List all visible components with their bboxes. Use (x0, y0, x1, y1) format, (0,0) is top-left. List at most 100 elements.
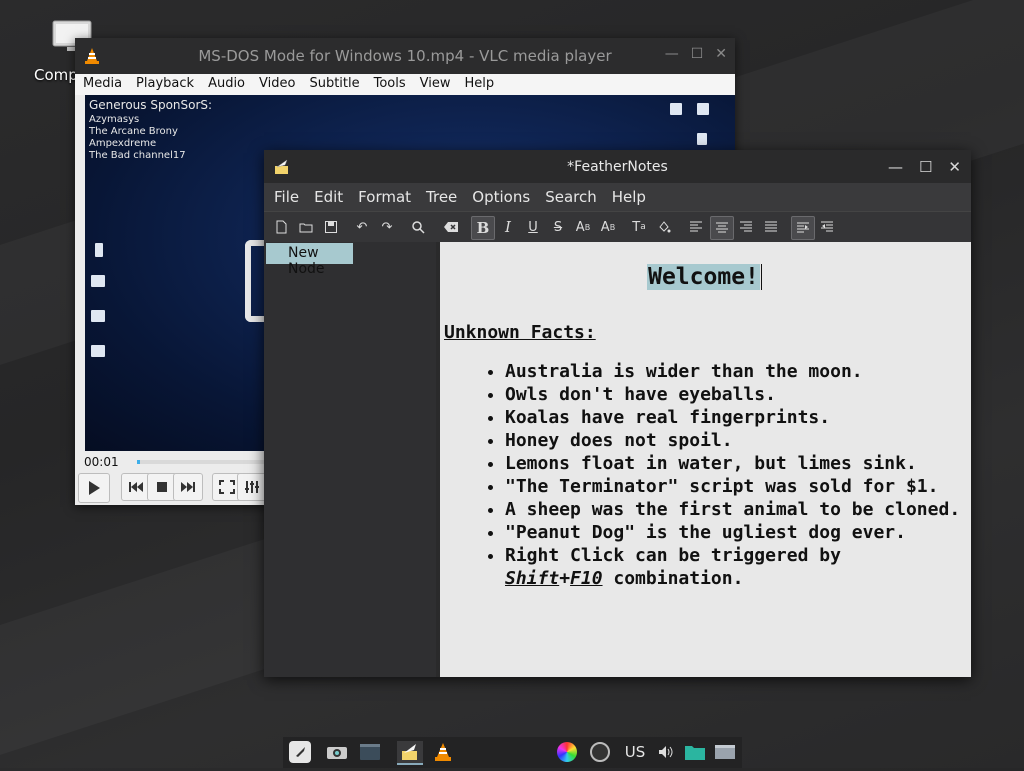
vlc-menu-playback[interactable]: Playback (128, 74, 200, 95)
vlc-menu-tools[interactable]: Tools (366, 74, 412, 95)
sponsors-heading: Generous SponSorS: (89, 98, 213, 112)
fn-menu-file[interactable]: File (264, 183, 304, 211)
next-button[interactable] (173, 473, 203, 501)
facts-list: Australia is wider than the moon. Owls d… (480, 360, 975, 590)
video-desktop-icon (91, 275, 105, 287)
color-picker-button[interactable] (556, 741, 578, 763)
video-desktop-icon (95, 243, 103, 257)
welcome-text: Welcome! (647, 264, 760, 290)
tree-node[interactable]: New Node (266, 243, 353, 277)
fn-titlebar[interactable]: *FeatherNotes — ☐ ✕ (264, 150, 971, 183)
list-item: "The Terminator" script was sold for $1. (505, 475, 975, 498)
close-icon[interactable]: ✕ (715, 46, 727, 62)
list-item: A sheep was the first animal to be clone… (505, 498, 975, 521)
italic-icon[interactable]: I (497, 216, 519, 238)
maximize-icon[interactable]: ☐ (919, 158, 932, 176)
superscript-icon[interactable]: AB (572, 216, 594, 238)
sponsor-name: Azymasys (89, 114, 140, 125)
vlc-menu-subtitle[interactable]: Subtitle (301, 74, 365, 95)
elapsed-time: 00:01 (84, 455, 119, 469)
fn-menu-edit[interactable]: Edit (304, 183, 348, 211)
feathernotes-window[interactable]: *FeatherNotes — ☐ ✕ File Edit Format Tre… (264, 150, 971, 677)
vlc-cone-icon (435, 743, 451, 761)
feathernotes-icon (402, 744, 417, 760)
align-left-icon[interactable] (685, 216, 707, 238)
vlc-menu-view[interactable]: View (412, 74, 457, 95)
bold-icon[interactable]: B (471, 216, 495, 240)
sponsor-name: The Bad channel17 (89, 150, 186, 161)
sponsors-overlay: Generous SponSorS: Azymasys The Arcane B… (89, 99, 212, 162)
tree-node-label: New Node (288, 245, 325, 277)
desktop-icon-label: Comp (34, 66, 78, 84)
close-icon[interactable]: ✕ (948, 158, 961, 176)
justify-icon[interactable] (760, 216, 782, 238)
align-right-icon[interactable] (735, 216, 757, 238)
maximize-icon[interactable]: ☐ (691, 46, 704, 62)
list-item: Australia is wider than the moon. (505, 360, 975, 383)
fn-menu-format[interactable]: Format (348, 183, 416, 211)
terminal-icon (360, 744, 380, 760)
redo-icon[interactable]: ↷ (376, 216, 398, 238)
fn-menu-options[interactable]: Options (462, 183, 535, 211)
vlc-menu-help[interactable]: Help (457, 74, 501, 95)
fn-menu-search[interactable]: Search (535, 183, 602, 211)
save-icon[interactable] (320, 216, 342, 238)
key-plus: + (559, 568, 571, 589)
fn-menu-tree[interactable]: Tree (416, 183, 462, 211)
speaker-icon (659, 746, 673, 758)
previous-icon (129, 482, 143, 492)
align-center-icon[interactable] (710, 216, 734, 240)
extended-settings-button[interactable] (237, 473, 267, 501)
rich-text-editor[interactable]: Welcome! Unknown Facts: Australia is wid… (440, 242, 971, 677)
find-icon[interactable] (407, 216, 429, 238)
camera-icon (327, 747, 347, 759)
screenshot-button[interactable] (325, 741, 349, 763)
strikethrough-icon[interactable]: S (547, 216, 569, 238)
open-folder-icon[interactable] (295, 216, 317, 238)
taskbar-feathernotes[interactable] (397, 741, 423, 765)
status-indicator[interactable] (589, 741, 611, 763)
list-item: Owls don't have eyeballs. (505, 383, 975, 406)
new-note-icon[interactable] (270, 216, 292, 238)
vlc-menu-media[interactable]: Media (75, 74, 128, 95)
fact-text: Right Click can be triggered by (505, 545, 841, 566)
terminal-button[interactable] (358, 741, 382, 763)
list-item: Right Click can be triggered byShift+F10… (505, 544, 975, 590)
app-launcher-button[interactable] (289, 741, 311, 763)
background-color-icon[interactable] (653, 216, 675, 238)
vlc-menu-audio[interactable]: Audio (200, 74, 251, 95)
play-button[interactable] (78, 473, 110, 503)
video-desktop-icon (697, 103, 709, 115)
next-icon (181, 482, 195, 492)
fact-text: combination. (602, 568, 744, 589)
video-desktop-icon (670, 103, 682, 115)
node-tree-panel[interactable]: New Node (264, 242, 436, 677)
underline-icon[interactable]: U (522, 216, 544, 238)
undo-icon[interactable]: ↶ (351, 216, 373, 238)
clear-formatting-icon[interactable] (440, 216, 462, 238)
play-icon (89, 481, 100, 495)
desktop-icon (715, 745, 735, 759)
facts-heading: Unknown Facts: (444, 322, 596, 343)
list-item: "Peanut Dog" is the ugliest dog ever. (505, 521, 975, 544)
vlc-menu-video[interactable]: Video (251, 74, 301, 95)
subscript-icon[interactable]: AB (597, 216, 619, 238)
file-manager-button[interactable] (683, 741, 707, 763)
video-desktop-icon (91, 345, 105, 357)
sponsor-name: The Arcane Brony (89, 126, 178, 137)
minimize-icon[interactable]: — (888, 158, 903, 176)
volume-button[interactable] (655, 741, 677, 763)
right-to-left-icon[interactable] (816, 216, 838, 238)
fn-menubar: File Edit Format Tree Options Search Hel… (264, 183, 971, 211)
fn-menu-help[interactable]: Help (602, 183, 651, 211)
vlc-menubar: Media Playback Audio Video Subtitle Tool… (75, 74, 735, 95)
vlc-titlebar[interactable]: MS-DOS Mode for Windows 10.mp4 - VLC med… (75, 38, 735, 74)
equalizer-icon (245, 481, 259, 493)
minimize-icon[interactable]: — (665, 46, 679, 62)
taskbar-vlc[interactable] (431, 741, 455, 763)
left-to-right-icon[interactable] (791, 216, 815, 240)
rocket-icon (296, 747, 305, 757)
keyboard-layout[interactable]: US (622, 741, 648, 763)
text-color-icon[interactable]: Ta (628, 216, 650, 238)
show-desktop-button[interactable] (713, 741, 737, 763)
